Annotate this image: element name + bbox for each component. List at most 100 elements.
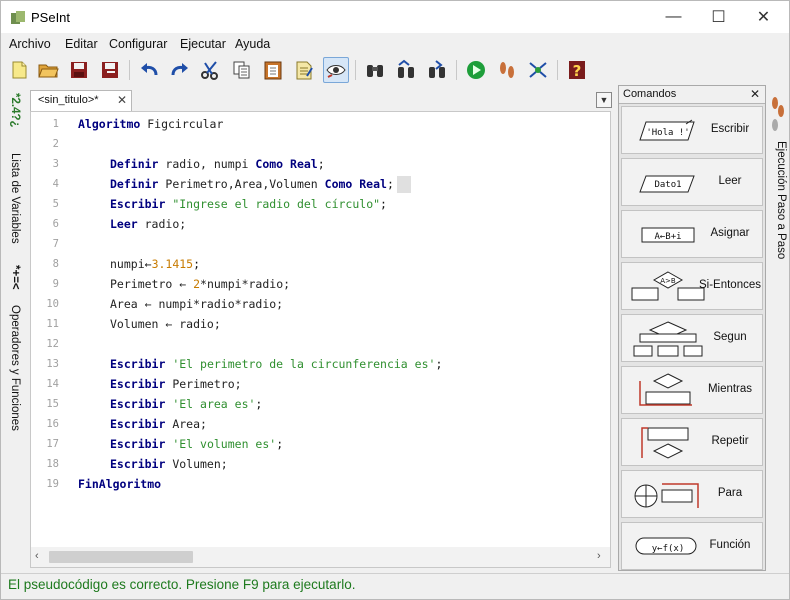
code-token: Como Real	[255, 157, 318, 171]
commands-panel: Comandos ✕ 'Hola !' Escribir Dato1 Leer A←B+…	[618, 85, 766, 571]
code-text: Escribir 'El perimetro de la circunferen…	[110, 354, 442, 374]
code-token: Escribir	[110, 457, 166, 471]
code-line[interactable]: 10 Area ← numpi*radio*radio;	[31, 294, 606, 314]
code-token: Perimetro ←	[110, 277, 194, 291]
scrollbar-thumb[interactable]	[49, 551, 193, 563]
horizontal-scrollbar[interactable]: ‹ ›	[31, 547, 610, 567]
code-token: ;	[255, 397, 263, 411]
pseint-window: PSeInt — ☐ ✕ Archivo Editar Configurar E…	[0, 0, 790, 600]
command-segun-button[interactable]: Segun	[621, 314, 763, 362]
variables-tab-icon: *2.4?¿	[9, 93, 21, 128]
code-token: Como Real	[324, 177, 387, 191]
funcion-icon: y←f(x)	[635, 537, 697, 555]
code-line[interactable]: 4 Definir Perimetro,Area,Volumen Como Rea…	[31, 174, 606, 194]
scroll-left-icon[interactable]: ‹	[35, 550, 39, 562]
command-si-entonces-button[interactable]: A>B Si-Entonces	[621, 262, 763, 310]
save-as-button[interactable]	[97, 57, 123, 83]
code-token: Leer	[110, 217, 138, 231]
code-token: Figcircular	[140, 117, 224, 131]
code-line[interactable]: 12	[31, 334, 606, 354]
tab-operadores-y-funciones[interactable]: Operadores y Funciones	[3, 305, 21, 431]
find-previous-button[interactable]	[393, 57, 419, 83]
command-repetir-button[interactable]: Repetir	[621, 418, 763, 466]
code-line[interactable]: 11 Volumen ← radio;	[31, 314, 606, 334]
code-line[interactable]: 2	[31, 134, 606, 154]
step-by-step-button[interactable]	[494, 57, 520, 83]
cut-button[interactable]	[197, 57, 223, 83]
code-line[interactable]: 9 Perimetro ← 2*numpi*radio;	[31, 274, 606, 294]
code-token: ;	[380, 197, 387, 211]
code-line[interactable]: 16 Escribir Area;	[31, 414, 606, 434]
line-number: 16	[46, 418, 59, 430]
search-button[interactable]	[362, 57, 388, 83]
code-editor[interactable]: 1 Algoritmo Figcircular 2 3 Definir radio, n…	[30, 111, 611, 568]
help-button[interactable]: ?	[564, 57, 590, 83]
undo-button[interactable]	[136, 57, 162, 83]
menu-bar: Archivo Editar Configurar Ejecutar Ayuda	[1, 34, 789, 54]
line-number: 1	[52, 118, 59, 130]
indent-button[interactable]	[291, 57, 317, 83]
command-leer-button[interactable]: Dato1 Leer	[621, 158, 763, 206]
open-file-button[interactable]	[35, 57, 61, 83]
redo-button[interactable]	[167, 57, 193, 83]
code-line[interactable]: 1 Algoritmo Figcircular	[31, 114, 606, 134]
tab-lista-de-variables[interactable]: Lista de Variables	[3, 153, 21, 244]
minimize-button[interactable]: —	[651, 1, 696, 33]
code-token: Escribir	[110, 437, 166, 451]
save-button[interactable]	[66, 57, 92, 83]
close-tab-icon[interactable]: ✕	[117, 93, 127, 107]
code-token: ;	[193, 257, 201, 271]
code-line[interactable]: 8 numpi←3.1415;	[31, 254, 606, 274]
tab-ejecucion-paso-a-paso[interactable]: Ejecución Paso a Paso	[769, 141, 787, 259]
command-funci-n-button[interactable]: y←f(x) Función	[621, 522, 763, 570]
command-label: Segun	[713, 331, 747, 343]
line-number: 6	[52, 218, 59, 230]
new-file-button[interactable]	[6, 57, 32, 83]
code-text: Escribir Volumen;	[110, 454, 228, 474]
code-line[interactable]: 14 Escribir Perimetro;	[31, 374, 606, 394]
line-number: 17	[46, 438, 59, 450]
paste-button[interactable]	[260, 57, 286, 83]
code-line[interactable]: 18 Escribir Volumen;	[31, 454, 606, 474]
run-button[interactable]	[463, 57, 489, 83]
code-token: Volumen;	[165, 457, 228, 471]
code-line[interactable]: 5 Escribir "Ingrese el radio del círculo"…	[31, 194, 606, 214]
close-button[interactable]: ✕	[741, 1, 786, 33]
tab-sin-titulo[interactable]: <sin_titulo>* ✕	[30, 90, 132, 111]
code-text: Leer radio;	[110, 214, 186, 234]
code-line[interactable]: 3 Definir radio, numpi Como Real;	[31, 154, 606, 174]
code-token: ;	[317, 157, 325, 171]
copy-button[interactable]	[229, 57, 255, 83]
text-cursor	[396, 176, 411, 193]
flowchart-button[interactable]	[525, 57, 551, 83]
command-asignar-button[interactable]: A←B+i Asignar	[621, 210, 763, 258]
menu-ejecutar[interactable]: Ejecutar	[180, 37, 226, 51]
command-label: Función	[709, 539, 751, 551]
save-icon	[71, 62, 87, 78]
svg-text:'Hola !': 'Hola !'	[646, 128, 689, 138]
code-line[interactable]: 17 Escribir 'El volumen es';	[31, 434, 606, 454]
code-line[interactable]: 15 Escribir 'El area es';	[31, 394, 606, 414]
close-commands-icon[interactable]: ✕	[750, 87, 760, 101]
command-para-button[interactable]: Para	[621, 470, 763, 518]
code-token: Perimetro;	[165, 377, 242, 391]
code-line[interactable]: 19 FinAlgoritmo	[31, 474, 606, 494]
menu-archivo[interactable]: Archivo	[9, 37, 51, 51]
code-line[interactable]: 7	[31, 234, 606, 254]
escribir-icon: 'Hola !'	[639, 119, 695, 141]
highlight-variable-button[interactable]	[323, 57, 349, 83]
tab-list-dropdown[interactable]: ▼	[596, 92, 612, 108]
code-line[interactable]: 6 Leer radio;	[31, 214, 606, 234]
menu-configurar[interactable]: Configurar	[109, 37, 167, 51]
window-title: PSeInt	[31, 10, 71, 25]
maximize-button[interactable]: ☐	[696, 1, 741, 33]
menu-ayuda[interactable]: Ayuda	[235, 37, 270, 51]
menu-editar[interactable]: Editar	[65, 37, 98, 51]
pseint-app-icon	[11, 11, 25, 24]
code-line[interactable]: 13 Escribir 'El perimetro de la circunfer…	[31, 354, 606, 374]
command-mientras-button[interactable]: Mientras	[621, 366, 763, 414]
code-text: Definir radio, numpi Como Real;	[110, 154, 325, 174]
command-escribir-button[interactable]: 'Hola !' Escribir	[621, 106, 763, 154]
scroll-right-icon[interactable]: ›	[597, 550, 601, 562]
find-next-button[interactable]	[424, 57, 450, 83]
